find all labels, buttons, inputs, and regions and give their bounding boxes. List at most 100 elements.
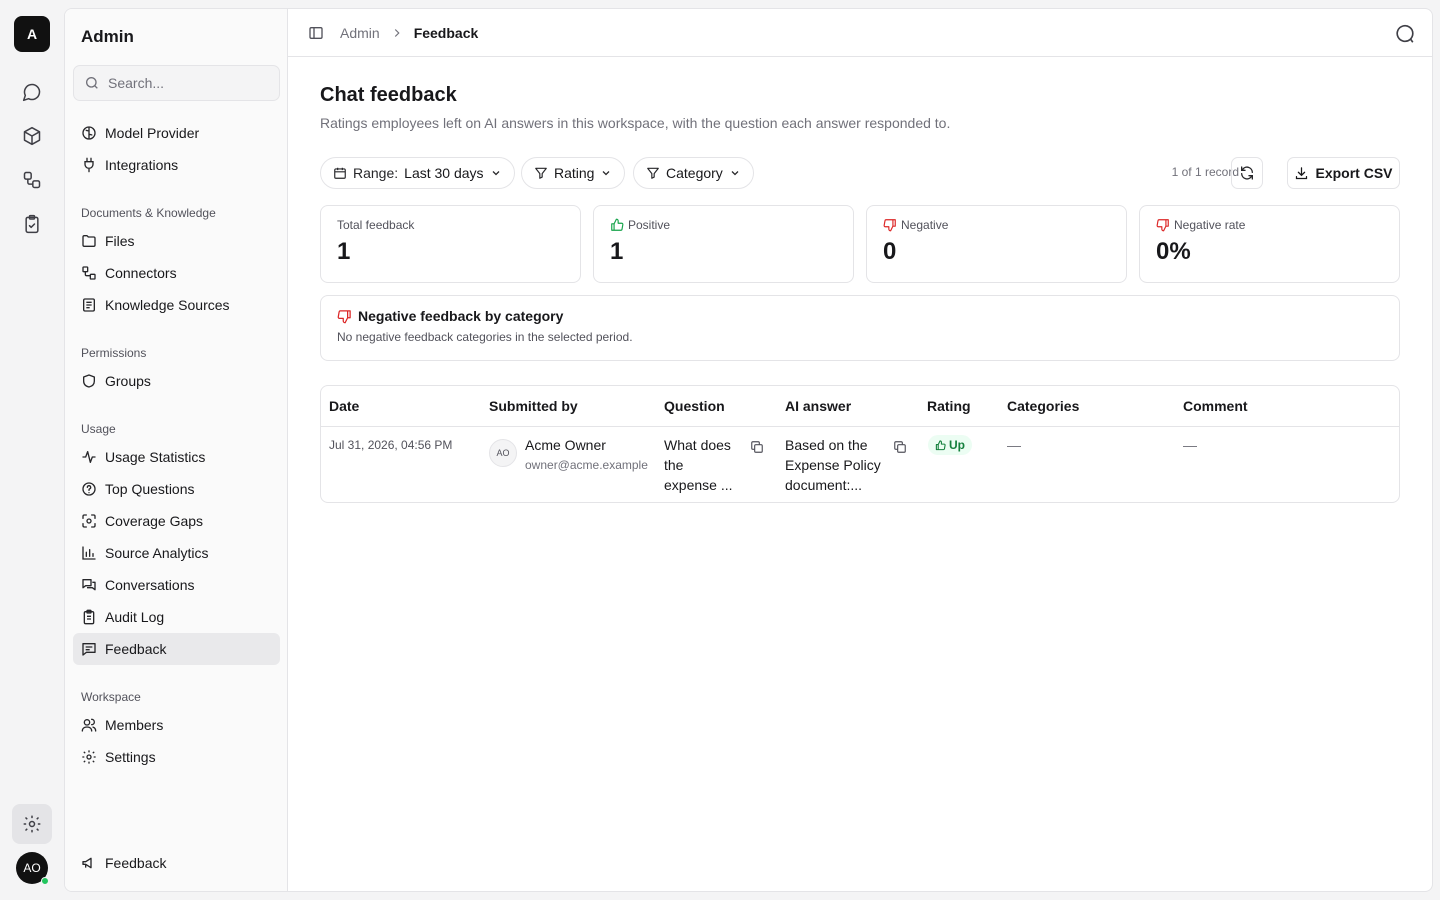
section-workspace: Workspace xyxy=(81,690,141,704)
sidebar-item-feedback[interactable]: Feedback xyxy=(73,633,280,665)
search-placeholder: Search... xyxy=(108,75,165,91)
cell-comment: — xyxy=(1183,437,1197,453)
answer-line: Based on the xyxy=(785,437,868,453)
megaphone-icon xyxy=(82,857,92,869)
stat-negative-rate: Negative rate 0% xyxy=(1139,205,1400,283)
sidebar-item-label: Audit Log xyxy=(105,609,165,625)
thumbs-down-icon xyxy=(337,309,351,323)
gear-icon xyxy=(82,750,96,764)
sidebar-item-audit-log[interactable]: Audit Log xyxy=(73,601,280,633)
sidebar-item-label: Feedback xyxy=(105,641,167,657)
chevron-right-icon xyxy=(394,28,400,37)
sidebar-item-coverage-gaps[interactable]: Coverage Gaps xyxy=(73,505,280,537)
column-header-submitted-by[interactable]: Submitted by xyxy=(489,398,578,414)
thumbs-up-icon xyxy=(611,218,624,231)
activity-icon xyxy=(82,451,96,463)
export-csv-label: Export CSV xyxy=(1315,165,1393,181)
sidebar-item-groups[interactable]: Groups xyxy=(73,365,280,397)
column-header-ai-answer[interactable]: AI answer xyxy=(785,398,851,414)
sidebar-item-label: Model Provider xyxy=(105,125,200,141)
users-icon xyxy=(81,718,97,732)
sidebar-item-files[interactable]: Files xyxy=(73,225,280,257)
sidebar-item-members[interactable]: Members xyxy=(73,709,280,741)
column-header-rating[interactable]: Rating xyxy=(927,398,971,414)
range-filter[interactable]: Range: Last 30 days xyxy=(320,157,515,189)
search-input[interactable]: Search... xyxy=(73,65,280,101)
workspace-logo[interactable]: A xyxy=(14,16,50,52)
stat-label: Negative xyxy=(901,218,949,232)
book-icon xyxy=(83,298,95,312)
shield-icon xyxy=(83,374,95,388)
sidebar-item-usage-statistics[interactable]: Usage Statistics xyxy=(73,441,280,473)
category-panel-title: Negative feedback by category xyxy=(358,308,564,324)
category-filter-label: Category xyxy=(666,165,723,181)
sidebar-toggle-icon[interactable] xyxy=(308,25,324,41)
sidebar-item-label: Members xyxy=(105,717,164,733)
breadcrumb-parent[interactable]: Admin xyxy=(340,25,380,41)
sidebar-item-label: Integrations xyxy=(105,157,179,173)
search-icon xyxy=(86,77,98,89)
sidebar-item-settings[interactable]: Settings xyxy=(73,741,280,773)
sidebar-item-label: Settings xyxy=(105,749,156,765)
section-documents: Documents & Knowledge xyxy=(81,206,216,220)
cell-question: What does the expense ... xyxy=(664,435,733,495)
export-csv-button[interactable]: Export CSV xyxy=(1287,157,1400,189)
filter-bar: Range: Last 30 days Rating Category 1 of… xyxy=(320,157,1400,189)
column-header-categories[interactable]: Categories xyxy=(1007,398,1079,414)
sidebar-item-source-analytics[interactable]: Source Analytics xyxy=(73,537,280,569)
stat-label: Total feedback xyxy=(337,218,415,232)
gear-icon[interactable] xyxy=(12,804,52,844)
sidebar-item-integrations[interactable]: Integrations xyxy=(73,149,280,181)
stat-label: Negative rate xyxy=(1174,218,1246,232)
filter-icon xyxy=(535,167,547,179)
submitter-email: owner@acme.example xyxy=(525,458,648,472)
sidebar-item-model-provider[interactable]: Model Provider xyxy=(73,117,280,149)
app-rail: A AO xyxy=(0,0,64,900)
sidebar-item-top-questions[interactable]: Top Questions xyxy=(73,473,280,505)
rating-badge-label: Up xyxy=(949,438,965,452)
page-title: Chat feedback xyxy=(320,84,457,106)
sidebar-footer-feedback[interactable]: Feedback xyxy=(73,847,280,879)
cell-date: Jul 31, 2026, 04:56 PM xyxy=(329,438,453,452)
page-subtitle: Ratings employees left on AI answers in … xyxy=(320,115,951,131)
table-row[interactable]: Jul 31, 2026, 04:56 PM AO Acme Owner own… xyxy=(321,427,1399,502)
workflow-icon[interactable] xyxy=(16,164,48,196)
rating-filter[interactable]: Rating xyxy=(521,157,626,189)
stat-negative: Negative 0 xyxy=(866,205,1127,283)
column-header-date[interactable]: Date xyxy=(329,398,359,414)
folder-icon xyxy=(82,235,96,247)
main-panel: Admin Feedback Chat feedback Ratings emp… xyxy=(288,9,1432,891)
sidebar-item-label: Coverage Gaps xyxy=(105,513,204,529)
cell-categories: — xyxy=(1007,437,1021,453)
category-filter[interactable]: Category xyxy=(633,157,754,189)
sidebar-item-knowledge-sources[interactable]: Knowledge Sources xyxy=(73,289,280,321)
stat-value: 1 xyxy=(610,238,624,265)
topbar: Admin Feedback xyxy=(288,9,1432,57)
sidebar-item-label: Conversations xyxy=(105,577,195,593)
breadcrumb: Admin Feedback xyxy=(340,25,478,41)
chat-bubble-icon[interactable] xyxy=(1394,23,1416,45)
refresh-button[interactable] xyxy=(1231,157,1263,189)
clipboard-check-icon[interactable] xyxy=(16,208,48,240)
column-header-question[interactable]: Question xyxy=(664,398,725,414)
chevron-down-icon xyxy=(492,171,499,176)
refresh-icon xyxy=(1241,166,1253,180)
cube-icon[interactable] xyxy=(16,120,48,152)
copy-icon[interactable] xyxy=(893,440,907,454)
scan-icon xyxy=(82,514,96,528)
sidebar-item-label: Feedback xyxy=(105,855,167,871)
sidebar-item-connectors[interactable]: Connectors xyxy=(73,257,280,289)
cell-ai-answer: Based on the Expense Policy document:... xyxy=(785,435,881,495)
help-circle-icon xyxy=(82,482,96,496)
sidebar-item-label: Source Analytics xyxy=(105,545,209,561)
plug-icon xyxy=(84,157,94,173)
sidebar-item-label: Connectors xyxy=(105,265,177,281)
stat-total-feedback: Total feedback 1 xyxy=(320,205,581,283)
submitter-name: Acme Owner xyxy=(525,437,606,453)
column-header-comment[interactable]: Comment xyxy=(1183,398,1248,414)
answer-line: Expense Policy xyxy=(785,457,881,473)
chat-icon[interactable] xyxy=(16,76,48,108)
copy-icon[interactable] xyxy=(750,440,764,454)
thumbs-down-icon xyxy=(883,219,896,232)
sidebar-item-conversations[interactable]: Conversations xyxy=(73,569,280,601)
